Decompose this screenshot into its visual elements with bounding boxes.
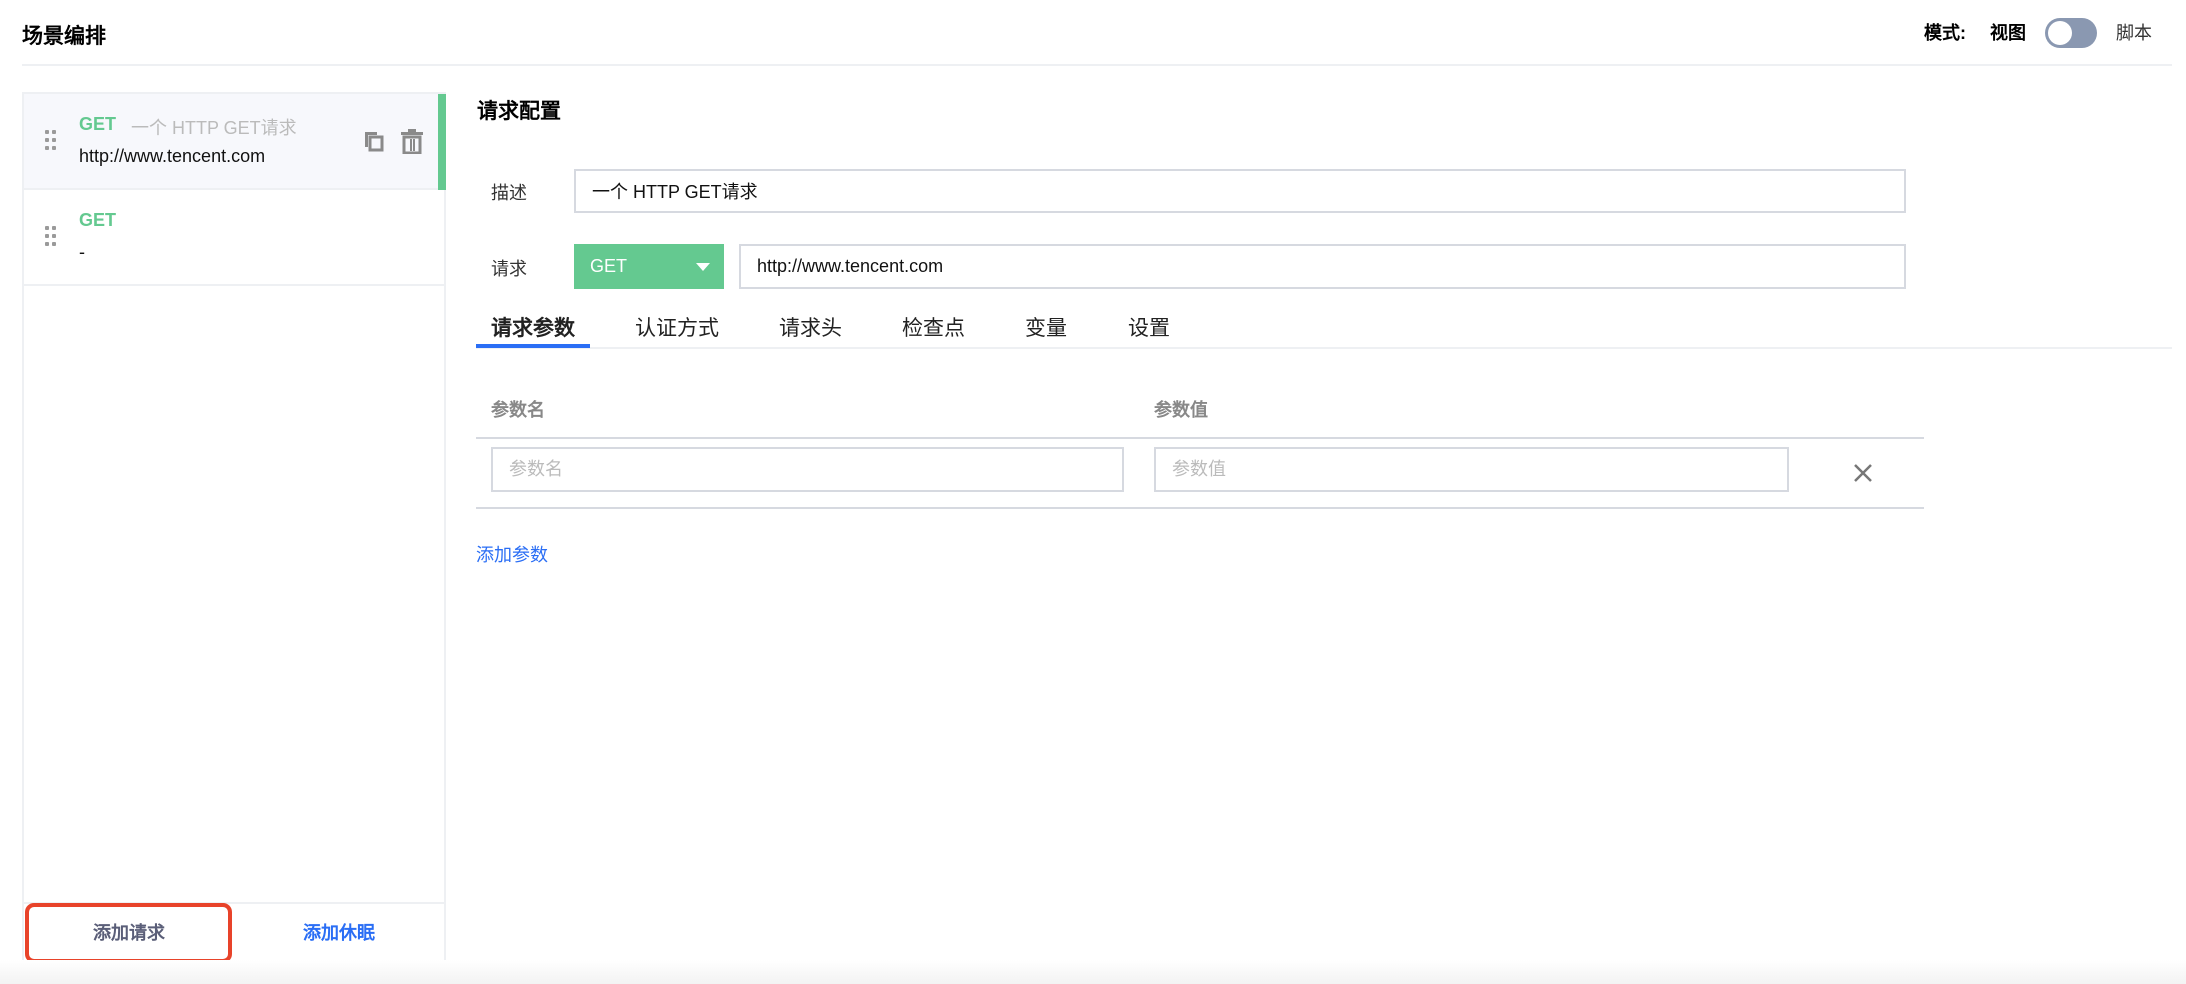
page-bottom-shade	[0, 960, 2186, 984]
request-url: -	[79, 242, 85, 262]
tab-params[interactable]: 请求参数	[491, 312, 575, 342]
mode-label: 模式:	[1924, 23, 1966, 43]
drag-handle-icon[interactable]	[45, 130, 57, 154]
mode-toggle[interactable]	[2045, 18, 2097, 48]
tab-settings[interactable]: 设置	[1128, 312, 1170, 342]
page-title: 场景编排	[22, 25, 106, 48]
close-icon[interactable]	[1853, 463, 1873, 483]
chevron-down-icon	[696, 263, 710, 271]
request-list-item[interactable]: GET -	[24, 190, 444, 286]
column-header-value: 参数值	[1154, 400, 1208, 420]
method-select[interactable]: GET	[574, 244, 724, 289]
copy-icon[interactable]	[362, 128, 386, 154]
tab-headers[interactable]: 请求头	[779, 312, 842, 342]
request-list-panel: GET 一个 HTTP GET请求 http://www.tencent.com…	[22, 92, 446, 964]
header-divider	[22, 64, 2172, 66]
request-url: http://www.tencent.com	[79, 146, 266, 166]
param-name-input[interactable]	[491, 447, 1124, 492]
delete-icon[interactable]	[400, 128, 424, 154]
section-title: 请求配置	[477, 100, 561, 123]
add-sleep-button[interactable]: 添加休眠	[234, 904, 444, 962]
request-description: 一个 HTTP GET请求	[131, 118, 297, 138]
tabs-divider	[476, 347, 2172, 349]
request-method: GET	[79, 210, 117, 230]
mode-view-label[interactable]: 视图	[1990, 20, 2026, 46]
active-indicator	[438, 94, 446, 190]
add-param-link[interactable]: 添加参数	[476, 541, 548, 567]
url-input[interactable]: http://www.tencent.com	[739, 244, 1906, 289]
request-method: GET	[79, 114, 117, 134]
tab-auth[interactable]: 认证方式	[635, 312, 719, 342]
description-input[interactable]: 一个 HTTP GET请求	[574, 169, 1906, 213]
column-header-name: 参数名	[491, 400, 545, 420]
request-label: 请求	[491, 259, 527, 279]
toggle-knob	[2048, 21, 2072, 45]
table-row-divider	[476, 507, 1924, 509]
table-header-divider	[476, 437, 1924, 439]
active-tab-underline	[476, 344, 590, 348]
request-list-item[interactable]: GET 一个 HTTP GET请求 http://www.tencent.com	[24, 94, 446, 190]
mode-script-label[interactable]: 脚本	[2116, 20, 2152, 46]
tab-checkpoints[interactable]: 检查点	[902, 312, 965, 342]
highlight-box	[25, 903, 232, 963]
tab-variables[interactable]: 变量	[1025, 312, 1067, 342]
description-label: 描述	[491, 183, 527, 203]
drag-handle-icon[interactable]	[45, 226, 57, 250]
param-value-input[interactable]	[1154, 447, 1789, 492]
method-value: GET	[590, 256, 628, 276]
